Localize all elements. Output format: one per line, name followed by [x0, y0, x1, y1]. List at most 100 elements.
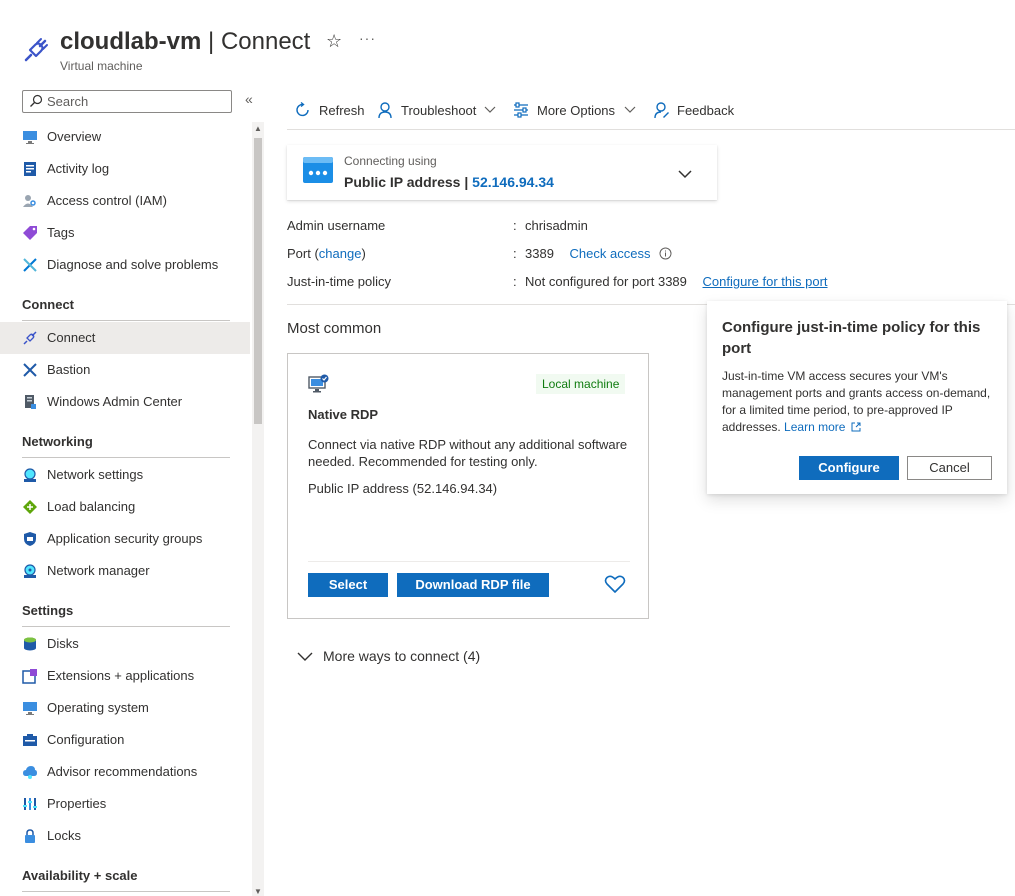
learn-more-link[interactable]: Learn more [784, 420, 861, 434]
sidebar-item-app-security-groups[interactable]: Application security groups [0, 523, 250, 555]
page-title: cloudlab-vm | Connect [60, 28, 310, 56]
nav-group-settings: Settings [22, 603, 74, 618]
sidebar-item-connect[interactable]: Connect [0, 322, 250, 354]
sidebar-scrollbar[interactable]: ▲ ▼ [252, 122, 264, 896]
refresh-icon [296, 101, 309, 117]
colon: : [513, 274, 517, 289]
admin-username-value: chrisadmin [525, 218, 588, 233]
native-rdp-card: Local machine Native RDP Connect via nat… [287, 353, 649, 619]
page-header: cloudlab-vm | Connect Virtual machine ☆ … [0, 0, 1015, 84]
port-value-row: 3389 Check access [525, 246, 672, 261]
search-icon [30, 94, 43, 107]
tag-icon [23, 226, 37, 240]
resource-type: Virtual machine [60, 59, 143, 73]
sidebar-item-properties[interactable]: Properties [0, 788, 250, 820]
native-rdp-ip: Public IP address (52.146.94.34) [308, 481, 498, 496]
sidebar-item-disks[interactable]: Disks [0, 628, 250, 660]
chevron-down-icon [297, 652, 313, 661]
external-link-icon [851, 422, 861, 432]
feedback-button[interactable]: Feedback [652, 100, 742, 122]
more-actions-icon[interactable]: ··· [359, 30, 376, 46]
sidebar-item-activity-log[interactable]: Activity log [0, 153, 250, 185]
sidebar-item-label: Access control (IAM) [47, 193, 167, 208]
collapse-sidebar-icon[interactable]: « [245, 91, 253, 107]
search-placeholder: Search [47, 94, 89, 109]
jit-policy-value: Not configured for port 3389 [525, 274, 687, 289]
configure-for-port-link[interactable]: Configure for this port [703, 274, 828, 289]
popover-body: Just-in-time VM access secures your VM's… [722, 368, 998, 436]
favorite-star-icon[interactable]: ☆ [326, 31, 342, 52]
native-rdp-title: Native RDP [308, 407, 379, 422]
connecting-using-label: Connecting using [344, 154, 437, 168]
sidebar-item-load-balancing[interactable]: Load balancing [0, 491, 250, 523]
popover-title: Configure just-in-time policy for this p… [722, 319, 981, 357]
troubleshoot-icon [378, 102, 392, 119]
cancel-button[interactable]: Cancel [907, 456, 992, 480]
resource-name: cloudlab-vm [60, 28, 202, 55]
connection-method-dropdown[interactable]: Connecting using Public IP address | 52.… [287, 145, 717, 200]
admin-username-label: Admin username [287, 218, 386, 233]
lock-icon [25, 829, 35, 843]
sidebar-item-overview[interactable]: Overview [0, 121, 250, 153]
sidebar-item-locks[interactable]: Locks [0, 820, 250, 852]
change-port-link[interactable]: change [319, 246, 362, 261]
sidebar-item-bastion[interactable]: Bastion [0, 354, 250, 386]
chevron-down-icon [678, 170, 692, 179]
scroll-up-icon[interactable]: ▲ [254, 124, 262, 133]
sidebar-item-label: Network manager [47, 563, 150, 578]
sidebar-item-diagnose[interactable]: Diagnose and solve problems [0, 249, 250, 281]
sidebar-item-label: Overview [47, 129, 102, 144]
native-rdp-description: Connect via native RDP without any addit… [308, 437, 628, 469]
troubleshoot-button[interactable]: Troubleshoot [376, 100, 501, 122]
refresh-label: Refresh [319, 103, 365, 118]
info-icon[interactable] [659, 247, 672, 260]
favorite-heart-icon[interactable] [604, 574, 626, 594]
select-button[interactable]: Select [308, 573, 388, 597]
network-manager-icon [24, 564, 36, 578]
sidebar-item-extensions[interactable]: Extensions + applications [0, 660, 250, 692]
scroll-thumb[interactable] [254, 138, 262, 424]
configure-button[interactable]: Configure [799, 456, 899, 480]
public-ip-icon [303, 157, 333, 183]
sidebar-item-label: Windows Admin Center [47, 394, 183, 409]
page-name: Connect [220, 28, 311, 55]
most-common-heading: Most common [287, 320, 382, 337]
wrench-icon [23, 258, 37, 272]
more-options-label: More Options [537, 103, 616, 118]
jit-policy-popover: Configure just-in-time policy for this p… [707, 301, 1007, 494]
nav-divider [22, 626, 230, 627]
sidebar-item-label: Activity log [47, 161, 110, 176]
sidebar-item-tags[interactable]: Tags [0, 217, 250, 249]
admin-center-icon [25, 395, 36, 409]
sidebar: Search « Overview Activity log Access co… [0, 84, 268, 896]
sidebar-item-operating-system[interactable]: Operating system [0, 692, 250, 724]
jit-policy-value-row: Not configured for port 3389 Configure f… [525, 274, 828, 289]
sidebar-item-label: Application security groups [47, 531, 203, 546]
bastion-icon [23, 363, 37, 377]
nav-group-connect: Connect [22, 297, 74, 312]
sidebar-item-label: Network settings [47, 467, 144, 482]
check-access-link[interactable]: Check access [570, 246, 651, 261]
port-label: Port (change) [287, 246, 366, 261]
chevron-down-icon [624, 106, 636, 113]
title-separator: | [201, 28, 221, 55]
sidebar-item-advisor[interactable]: Advisor recommendations [0, 756, 250, 788]
sidebar-search-input[interactable]: Search [22, 90, 232, 113]
sidebar-item-iam[interactable]: Access control (IAM) [0, 185, 250, 217]
sidebar-item-configuration[interactable]: Configuration [0, 724, 250, 756]
refresh-button[interactable]: Refresh [294, 100, 374, 122]
feedback-label: Feedback [677, 103, 735, 118]
download-rdp-file-button[interactable]: Download RDP file [397, 573, 549, 597]
connection-ip: 52.146.94.34 [472, 174, 554, 190]
extension-icon [22, 669, 37, 684]
network-icon [24, 468, 36, 482]
sidebar-item-label: Load balancing [47, 499, 136, 514]
sidebar-item-network-manager[interactable]: Network manager [0, 555, 250, 587]
shield-icon [24, 532, 36, 546]
learn-more-label: Learn more [784, 420, 846, 434]
sidebar-item-network-settings[interactable]: Network settings [0, 459, 250, 491]
sidebar-item-windows-admin-center[interactable]: Windows Admin Center [0, 386, 250, 418]
troubleshoot-label: Troubleshoot [401, 103, 477, 118]
scroll-down-icon[interactable]: ▼ [254, 887, 262, 896]
more-options-button[interactable]: More Options [512, 100, 640, 122]
